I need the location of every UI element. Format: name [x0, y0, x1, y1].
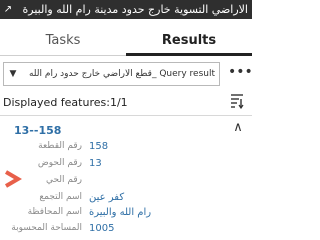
divider [0, 115, 252, 116]
attribute-row: اسم المحافظة رام الله والبيرة [0, 207, 252, 221]
attribute-label: رقم الحوض [37, 158, 82, 168]
attribute-value: 13 [89, 158, 102, 169]
more-options-button[interactable]: ••• [228, 65, 253, 82]
attribute-label: رقم القطعة [38, 141, 82, 151]
attribute-label: المساحة المحسوبة [11, 223, 82, 233]
query-result-select[interactable]: ▼ Query result _قطع الاراضي خارج حدود را… [3, 62, 220, 86]
window-title: الاراضي التسوية خارج حدود مدينة رام الله… [22, 3, 248, 16]
chevron-up-icon[interactable]: ∧ [230, 120, 246, 136]
expand-icon[interactable]: ↗ [0, 0, 16, 19]
attribute-label: اسم التجمع [39, 192, 82, 202]
tab-results[interactable]: Results [126, 30, 252, 56]
attribute-label: اسم المحافظة [27, 207, 82, 217]
attribute-value: كفر عين [89, 192, 125, 203]
window-titlebar: ↗ الاراضي التسوية خارج حدود مدينة رام ال… [0, 0, 252, 19]
displayed-features-label: Displayed features:1/1 [3, 96, 128, 109]
query-row: ▼ Query result _قطع الاراضي خارج حدود را… [0, 62, 253, 88]
sort-icon[interactable] [229, 93, 245, 109]
tab-bar: Tasks Results [0, 30, 252, 56]
attribute-row: رقم الحي [0, 175, 252, 189]
attribute-row: رقم الحوض 13 [0, 158, 252, 172]
attribute-row: اسم التجمع كفر عين [0, 192, 252, 206]
query-result-value: Query result _قطع الاراضي خارج حدود رام … [28, 69, 215, 79]
attribute-label: رقم الحي [45, 175, 82, 185]
feature-title[interactable]: 13--158 [14, 124, 61, 137]
attribute-row: المساحة المحسوبة 1005 [0, 223, 252, 237]
attribute-value: 158 [89, 141, 109, 152]
attribute-row: رقم القطعة 158 [0, 141, 252, 155]
tab-tasks[interactable]: Tasks [0, 30, 126, 56]
chevron-down-icon: ▼ [9, 69, 17, 79]
attribute-value: رام الله والبيرة [89, 207, 152, 218]
attribute-value: 1005 [89, 223, 115, 234]
